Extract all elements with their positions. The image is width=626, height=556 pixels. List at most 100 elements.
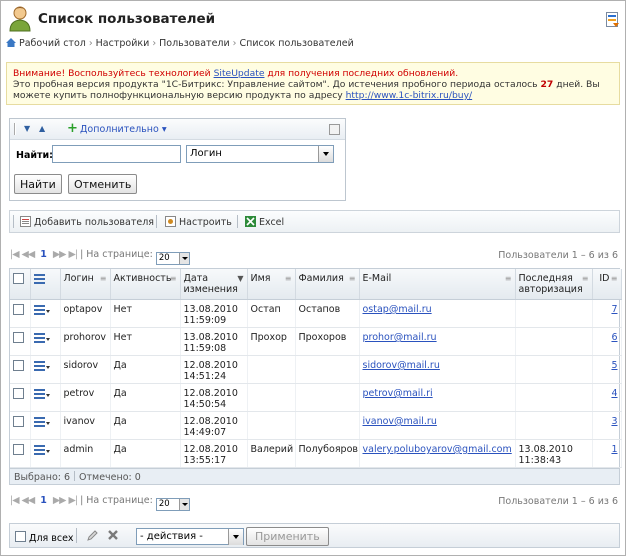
find-field-select[interactable]: Логин: [186, 145, 334, 163]
current-page[interactable]: 1: [40, 249, 47, 260]
row-checkbox[interactable]: [13, 388, 24, 399]
cell-id: 4: [592, 383, 622, 412]
actions-select[interactable]: - действия -: [136, 528, 244, 545]
email-link[interactable]: ostap@mail.ru: [363, 304, 432, 315]
days-left: 27: [540, 79, 554, 90]
cell-last-login: [515, 327, 593, 356]
table-row[interactable]: admin Да 12.08.2010 13:55:17 Валерий Полубояр…: [10, 439, 622, 468]
per-page-select[interactable]: 20: [155, 252, 190, 265]
apply-button[interactable]: Применить: [246, 527, 329, 546]
email-link[interactable]: valery.poluboyarov@gmail.com: [363, 444, 512, 455]
column-date[interactable]: Дата изменения ▼: [180, 269, 248, 300]
cell-surname: [295, 383, 360, 412]
chevron-down-icon[interactable]: [228, 529, 243, 545]
table-row[interactable]: petrov Да 12.08.2010 14:50:54 petrov@mail.ri…: [10, 383, 622, 412]
breadcrumb: Рабочий стол › Настройки › Пользователи › Спис…: [6, 38, 354, 49]
cell-surname: Полубояров: [295, 439, 360, 468]
chevron-down-icon[interactable]: [178, 253, 189, 264]
row-actions-menu-icon[interactable]: [33, 388, 50, 400]
table-row[interactable]: optapov Нет 13.08.2010 11:59:09 Остап Остапов…: [10, 299, 622, 328]
row-actions-menu-icon[interactable]: [33, 444, 50, 456]
email-link[interactable]: petrov@mail.ri: [363, 388, 433, 399]
cell-id: 5: [592, 355, 622, 384]
chevron-down-icon[interactable]: [318, 146, 333, 162]
email-link[interactable]: sidorov@mail.ru: [363, 360, 440, 371]
row-actions-menu-icon[interactable]: [33, 360, 50, 372]
row-checkbox[interactable]: [13, 416, 24, 427]
table-row[interactable]: ivanov Да 12.08.2010 14:49:07 ivanov@mail.ru…: [10, 411, 622, 440]
row-checkbox[interactable]: [13, 360, 24, 371]
first-page-icon[interactable]: |◀: [10, 249, 19, 260]
row-menu-cell: [30, 299, 61, 328]
column-id[interactable]: ID ≡: [592, 269, 622, 300]
add-user-button[interactable]: Добавить пользователя: [20, 216, 154, 228]
cell-last-login: [515, 355, 593, 384]
column-menu-icon[interactable]: [33, 273, 46, 285]
export-icon[interactable]: [606, 12, 620, 28]
prev-page-icon[interactable]: ◀◀: [22, 249, 36, 260]
column-last-login[interactable]: Последняя авторизация ≡: [515, 269, 593, 300]
last-page-icon[interactable]: ▶|: [69, 249, 78, 260]
grip-handle[interactable]: [14, 123, 16, 135]
home-icon[interactable]: [6, 38, 16, 47]
id-link[interactable]: 3: [611, 416, 617, 427]
excel-button[interactable]: Excel: [245, 216, 284, 228]
filter-toggle-checkbox[interactable]: [329, 124, 340, 135]
find-button[interactable]: Найти: [14, 174, 62, 194]
per-page-select[interactable]: 20: [155, 498, 190, 511]
collapse-up-icon[interactable]: ▲: [39, 124, 45, 133]
more-filters-menu[interactable]: Дополнительно ▾: [80, 124, 167, 135]
configure-button[interactable]: Настроить: [165, 216, 232, 228]
cancel-button[interactable]: Отменить: [68, 174, 138, 194]
table-row[interactable]: prohorov Нет 13.08.2010 11:59:08 Прохор Прохо…: [10, 327, 622, 356]
breadcrumb-item[interactable]: Пользователи: [159, 38, 230, 49]
id-link[interactable]: 5: [611, 360, 617, 371]
cell-login: admin: [60, 439, 111, 468]
pager-top: |◀ ◀◀ 1 ▶▶ ▶| | На странице: 20: [10, 249, 190, 265]
row-actions-menu-icon[interactable]: [33, 304, 50, 316]
id-link[interactable]: 7: [611, 304, 617, 315]
email-link[interactable]: prohor@mail.ru: [363, 332, 437, 343]
siteupdate-link[interactable]: SiteUpdate: [214, 68, 265, 79]
add-icon[interactable]: +: [67, 121, 78, 136]
delete-icon[interactable]: [107, 529, 119, 541]
next-page-icon[interactable]: ▶▶: [53, 249, 67, 260]
current-page[interactable]: 1: [40, 495, 47, 506]
date-value: 12.08.2010: [183, 444, 238, 455]
id-link[interactable]: 6: [611, 332, 617, 343]
first-page-icon[interactable]: |◀: [10, 495, 19, 506]
collapse-down-icon[interactable]: ▼: [24, 124, 30, 133]
chevron-down-icon[interactable]: [178, 499, 189, 510]
row-actions-menu-icon[interactable]: [33, 416, 50, 428]
email-link[interactable]: ivanov@mail.ru: [363, 416, 437, 427]
row-select-cell: [10, 439, 31, 468]
id-link[interactable]: 4: [611, 388, 617, 399]
row-actions-menu-icon[interactable]: [33, 332, 50, 344]
next-page-icon[interactable]: ▶▶: [53, 495, 67, 506]
for-all-label: Для всех: [29, 533, 74, 544]
row-checkbox[interactable]: [13, 304, 24, 315]
time-value: 14:51:24: [183, 371, 227, 382]
prev-page-icon[interactable]: ◀◀: [22, 495, 36, 506]
table-row[interactable]: sidorov Да 12.08.2010 14:51:24 sidorov@mail.…: [10, 355, 622, 384]
actions-header: [30, 269, 61, 300]
buy-link[interactable]: http://www.1c-bitrix.ru/buy/: [346, 90, 473, 101]
find-input[interactable]: [52, 145, 181, 163]
breadcrumb-item[interactable]: Рабочий стол: [19, 38, 86, 49]
for-all-checkbox[interactable]: [15, 531, 26, 542]
cell-surname: Остапов: [295, 299, 360, 328]
last-page-icon[interactable]: ▶|: [69, 495, 78, 506]
column-login[interactable]: Логин ≡: [60, 269, 111, 300]
row-checkbox[interactable]: [13, 332, 24, 343]
breadcrumb-item[interactable]: Настройки: [96, 38, 150, 49]
column-email[interactable]: E-Mail ≡: [359, 269, 516, 300]
column-active[interactable]: Активность ≡: [110, 269, 181, 300]
edit-icon[interactable]: [86, 529, 99, 542]
select-all-checkbox[interactable]: [13, 273, 24, 284]
column-name[interactable]: Имя ≡: [247, 269, 296, 300]
column-surname[interactable]: Фамилия ≡: [295, 269, 360, 300]
date-value: 13.08.2010: [183, 332, 238, 343]
id-link[interactable]: 1: [611, 444, 617, 455]
for-all-toggle[interactable]: Для всех: [15, 531, 74, 544]
row-checkbox[interactable]: [13, 444, 24, 455]
